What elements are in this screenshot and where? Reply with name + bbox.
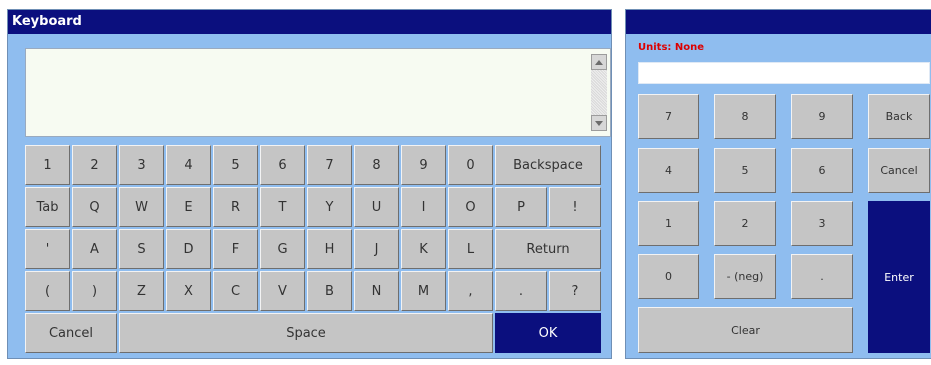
key-7[interactable]: 7	[307, 145, 352, 185]
key-a[interactable]: A	[72, 229, 117, 269]
keyboard-dialog: Keyboard 1 2 3 4 5 6 7 8 9 0 Backspace T…	[7, 9, 612, 359]
key-n[interactable]: N	[354, 271, 399, 311]
numpad-enter-button[interactable]: Enter	[868, 201, 930, 353]
key-t[interactable]: T	[260, 187, 305, 227]
key-y[interactable]: Y	[307, 187, 352, 227]
ok-button[interactable]: OK	[495, 313, 601, 353]
cancel-button[interactable]: Cancel	[25, 313, 117, 353]
numpad-key-2[interactable]: 2	[714, 201, 776, 246]
key-r[interactable]: R	[213, 187, 258, 227]
numpad-key-4[interactable]: 4	[638, 148, 699, 193]
key-3[interactable]: 3	[119, 145, 164, 185]
numpad-key-5[interactable]: 5	[714, 148, 776, 193]
numpad-neg-button[interactable]: - (neg)	[714, 254, 776, 299]
numpad-cancel-button[interactable]: Cancel	[868, 148, 930, 193]
arrow-up-icon	[595, 59, 603, 65]
key-j[interactable]: J	[354, 229, 399, 269]
key-exclamation[interactable]: !	[549, 187, 601, 227]
return-key[interactable]: Return	[495, 229, 601, 269]
key-q[interactable]: Q	[72, 187, 117, 227]
tab-key[interactable]: Tab	[25, 187, 70, 227]
key-k[interactable]: K	[401, 229, 446, 269]
key-e[interactable]: E	[166, 187, 211, 227]
backspace-key[interactable]: Backspace	[495, 145, 601, 185]
key-w[interactable]: W	[119, 187, 164, 227]
key-x[interactable]: X	[166, 271, 211, 311]
keyboard-title: Keyboard	[8, 10, 611, 34]
key-2[interactable]: 2	[72, 145, 117, 185]
numeric-input[interactable]	[638, 62, 930, 84]
key-0[interactable]: 0	[448, 145, 493, 185]
key-4[interactable]: 4	[166, 145, 211, 185]
key-6[interactable]: 6	[260, 145, 305, 185]
numpad-key-1[interactable]: 1	[638, 201, 699, 246]
key-m[interactable]: M	[401, 271, 446, 311]
key-o[interactable]: O	[448, 187, 493, 227]
key-b[interactable]: B	[307, 271, 352, 311]
key-l[interactable]: L	[448, 229, 493, 269]
key-g[interactable]: G	[260, 229, 305, 269]
numpad-key-8[interactable]: 8	[714, 94, 776, 139]
units-label: Units: None	[638, 42, 705, 53]
key-comma[interactable]: ,	[448, 271, 493, 311]
numpad-clear-button[interactable]: Clear	[638, 307, 853, 353]
key-1[interactable]: 1	[25, 145, 70, 185]
scrollbar-track[interactable]	[591, 70, 607, 115]
numpad-key-6[interactable]: 6	[791, 148, 853, 193]
key-s[interactable]: S	[119, 229, 164, 269]
numpad-back-button[interactable]: Back	[868, 94, 930, 139]
numpad-decimal-button[interactable]: .	[791, 254, 853, 299]
key-d[interactable]: D	[166, 229, 211, 269]
arrow-down-icon	[595, 120, 603, 126]
scroll-down-button[interactable]	[591, 115, 607, 131]
numpad-key-0[interactable]: 0	[638, 254, 699, 299]
numpad-dialog: Units: None 7 8 9 Back 4 5 6 Cancel 1 2 …	[625, 9, 931, 359]
numpad-key-3[interactable]: 3	[791, 201, 853, 246]
scroll-up-button[interactable]	[591, 54, 607, 70]
key-p[interactable]: P	[495, 187, 547, 227]
numpad-key-9[interactable]: 9	[791, 94, 853, 139]
key-period[interactable]: .	[495, 271, 547, 311]
key-close-paren[interactable]: )	[72, 271, 117, 311]
numpad-key-7[interactable]: 7	[638, 94, 699, 139]
key-v[interactable]: V	[260, 271, 305, 311]
key-h[interactable]: H	[307, 229, 352, 269]
key-u[interactable]: U	[354, 187, 399, 227]
key-f[interactable]: F	[213, 229, 258, 269]
key-i[interactable]: I	[401, 187, 446, 227]
numpad-titlebar	[626, 10, 931, 34]
key-9[interactable]: 9	[401, 145, 446, 185]
key-z[interactable]: Z	[119, 271, 164, 311]
key-question[interactable]: ?	[549, 271, 601, 311]
key-8[interactable]: 8	[354, 145, 399, 185]
key-open-paren[interactable]: (	[25, 271, 70, 311]
key-apostrophe[interactable]: '	[25, 229, 70, 269]
keyboard-text-area[interactable]	[25, 48, 611, 137]
space-key[interactable]: Space	[119, 313, 493, 353]
key-5[interactable]: 5	[213, 145, 258, 185]
key-c[interactable]: C	[213, 271, 258, 311]
